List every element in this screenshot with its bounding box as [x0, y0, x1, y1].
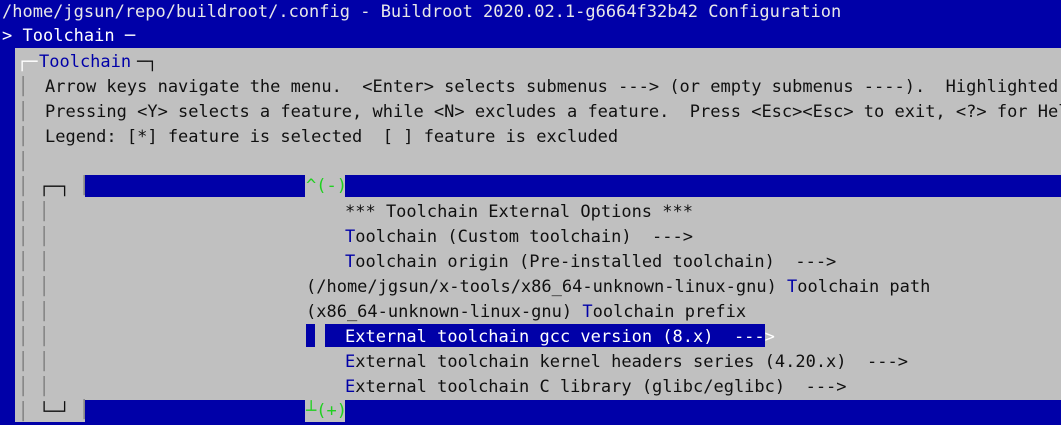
menu-item-c-library[interactable]: External toolchain C library (glibc/egli… [345, 375, 847, 400]
window-title: /home/jgsun/repo/buildroot/.config - Bui… [2, 2, 842, 22]
menu-top-bar-left [85, 175, 305, 197]
menu-bottom-bar-right [345, 400, 1061, 422]
menu-bottom-bar-edge: │ [79, 400, 90, 420]
scroll-up-indicator[interactable]: ^(-) [306, 174, 347, 199]
hotkey: T [582, 302, 593, 322]
menu-item-toolchain[interactable]: Toolchain (Custom toolchain) ---> [345, 225, 693, 250]
help-line-3: Legend: [*] feature is selected [ ] feat… [45, 127, 619, 147]
help-line-2: Pressing <Y> selects a feature, while <N… [45, 102, 1061, 122]
breadcrumb-suffix: ─ [124, 26, 136, 46]
menu-box-left-border: │ │ │ │ │ │ │ │ [39, 202, 50, 397]
hotkey: T [345, 227, 356, 247]
menu-item-kernel-headers[interactable]: External toolchain kernel headers series… [345, 350, 908, 375]
dialog-title: Toolchain [39, 50, 132, 75]
menu-item-toolchain-prefix[interactable]: (x86_64-unknown-linux-gnu) Toolchain pre… [306, 300, 746, 325]
menu-item-toolchain-path[interactable]: (/home/jgsun/x-tools/x86_64-unknown-linu… [306, 275, 930, 300]
hotkey: T [345, 252, 356, 272]
hotkey: E [345, 327, 356, 347]
menu-item-header: *** Toolchain External Options *** [345, 202, 693, 222]
menu-box-bottom-left-corner: └─┘ [39, 402, 70, 422]
breadcrumb: > Toolchain ─ [2, 24, 135, 49]
breadcrumb-prefix: > [2, 26, 13, 46]
selection-marker [306, 324, 315, 347]
dialog-frame-top-right: ─┐ [137, 52, 158, 72]
scroll-down-indicator[interactable]: ┴(+) [306, 399, 347, 424]
menu-box-top-left-corner: ┌─┐ [39, 177, 70, 197]
menu-bottom-bar-left [85, 400, 305, 422]
menu-dialog: ┌─ Toolchain ─┐ │ │ │ │ Arrow keys navig… [15, 48, 1061, 422]
breadcrumb-label: Toolchain [22, 26, 115, 46]
hotkey: E [345, 377, 356, 397]
hotkey: E [345, 352, 356, 372]
dialog-frame-top-left: ┌─ [17, 52, 38, 72]
dialog-left-border: │ │ │ │ [18, 77, 29, 172]
hotkey: T [787, 277, 798, 297]
menu-top-bar-edge: │ [79, 176, 90, 196]
menu-top-bar-right [345, 175, 1061, 197]
menu-item-gcc-version[interactable]: External toolchain gcc version (8.x) ---… [345, 325, 775, 350]
help-line-1: Arrow keys navigate the menu. <Enter> se… [45, 77, 1061, 97]
menu-item-toolchain-origin[interactable]: Toolchain origin (Pre-installed toolchai… [345, 250, 836, 275]
menu-box-outer-left-border: │ │ │ │ │ │ │ │ │ │ [18, 177, 29, 422]
